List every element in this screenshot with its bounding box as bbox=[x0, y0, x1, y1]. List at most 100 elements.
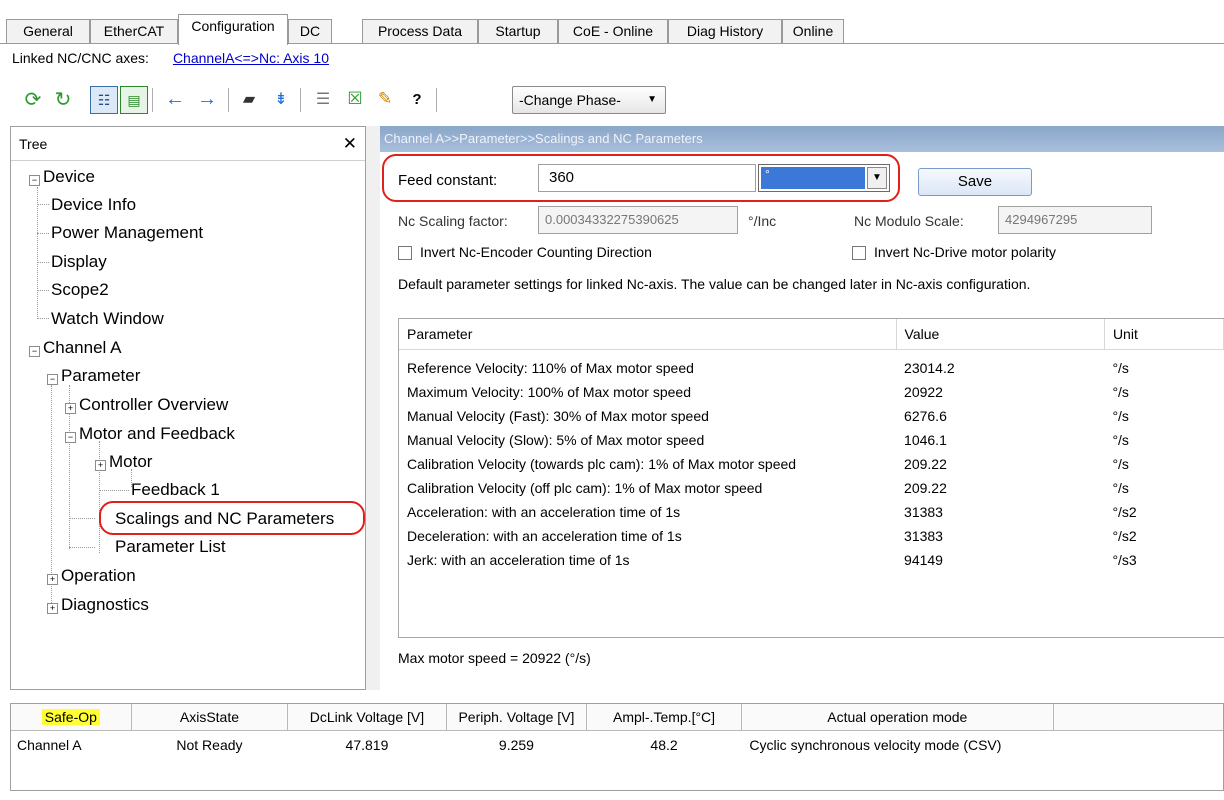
change-phase-label: -Change Phase- bbox=[519, 92, 621, 108]
nc-scaling-factor-label: Nc Scaling factor: bbox=[398, 213, 508, 229]
column-header-safe-op[interactable]: Safe-Op bbox=[11, 704, 132, 731]
checklist-icon[interactable]: ☰ bbox=[310, 86, 336, 112]
column-header-periph-voltage[interactable]: Periph. Voltage [V] bbox=[446, 704, 588, 731]
linked-axis-link[interactable]: ChannelA<=>Nc: Axis 10 bbox=[173, 50, 329, 66]
collapse-icon[interactable]: − bbox=[65, 432, 76, 443]
save-button[interactable]: Save bbox=[918, 168, 1032, 196]
collapse-icon[interactable]: − bbox=[29, 175, 40, 186]
expand-icon[interactable]: + bbox=[47, 603, 58, 614]
tab-dc[interactable]: DC bbox=[288, 19, 332, 43]
tab-startup[interactable]: Startup bbox=[478, 19, 558, 43]
cell-parameter: Calibration Velocity (off plc cam): 1% o… bbox=[407, 479, 763, 496]
tab-process-data[interactable]: Process Data bbox=[362, 19, 478, 43]
arrow-right-icon[interactable]: → bbox=[194, 86, 220, 112]
feed-constant-input[interactable]: 360 bbox=[538, 164, 756, 192]
tree-item-controller-overview[interactable]: Controller Overview bbox=[79, 395, 228, 415]
table-row[interactable]: Reference Velocity: 110% of Max motor sp… bbox=[399, 356, 1224, 380]
column-header-unit[interactable]: Unit bbox=[1104, 319, 1224, 350]
tree-item-operation[interactable]: Operation bbox=[61, 566, 136, 586]
expand-icon[interactable]: + bbox=[47, 574, 58, 585]
tab-online[interactable]: Online bbox=[782, 19, 844, 43]
tree-item-feedback-1[interactable]: Feedback 1 bbox=[131, 480, 220, 500]
column-header-dclink-voltage[interactable]: DcLink Voltage [V] bbox=[287, 704, 447, 731]
cell-parameter: Maximum Velocity: 100% of Max motor spee… bbox=[407, 383, 692, 400]
tab-ethercat[interactable]: EtherCAT bbox=[90, 19, 178, 43]
refresh-all-icon[interactable]: ⟳ bbox=[20, 86, 46, 112]
refresh-icon[interactable]: ↻ bbox=[50, 86, 76, 112]
comment-icon[interactable]: ▰ bbox=[236, 86, 262, 112]
tab-diag-history[interactable]: Diag History bbox=[668, 19, 782, 43]
wrench-icon[interactable]: ✎ bbox=[372, 86, 398, 112]
panel-splitter[interactable] bbox=[366, 126, 380, 690]
tree-item-diagnostics[interactable]: Diagnostics bbox=[61, 595, 149, 615]
column-header-axis-state[interactable]: AxisState bbox=[131, 704, 289, 731]
tree-item-parameter-list[interactable]: Parameter List bbox=[115, 537, 226, 557]
tree-item-device[interactable]: Device bbox=[43, 167, 95, 187]
table-row[interactable]: Deceleration: with an acceleration time … bbox=[399, 524, 1224, 548]
table-header-row: Parameter Value Unit bbox=[399, 319, 1224, 350]
cell-parameter: Calibration Velocity (towards plc cam): … bbox=[407, 455, 797, 472]
tree-title: Tree bbox=[19, 136, 48, 152]
nc-modulo-scale-field: 4294967295 bbox=[998, 206, 1152, 234]
cell-unit: °/s bbox=[1112, 479, 1129, 496]
cell-parameter: Manual Velocity (Slow): 5% of Max motor … bbox=[407, 431, 705, 448]
cell-unit: °/s bbox=[1112, 407, 1129, 424]
tree-item-channel-a[interactable]: Channel A bbox=[43, 338, 121, 358]
tree-item-motor[interactable]: Motor bbox=[109, 452, 152, 472]
expand-icon[interactable]: + bbox=[65, 403, 76, 414]
table-row[interactable]: Maximum Velocity: 100% of Max motor spee… bbox=[399, 380, 1224, 404]
invert-encoder-checkbox[interactable] bbox=[398, 246, 412, 260]
table-row[interactable]: Manual Velocity (Slow): 5% of Max motor … bbox=[399, 428, 1224, 452]
invert-drive-checkbox[interactable] bbox=[852, 246, 866, 260]
tree-item-scope2[interactable]: Scope2 bbox=[51, 280, 109, 300]
column-header-operation-mode[interactable]: Actual operation mode bbox=[741, 704, 1054, 731]
expand-icon[interactable]: + bbox=[95, 460, 106, 471]
change-phase-dropdown[interactable]: -Change Phase- ▼ bbox=[512, 86, 666, 114]
collapse-icon[interactable]: − bbox=[47, 374, 58, 385]
tab-configuration[interactable]: Configuration bbox=[178, 14, 288, 45]
help-icon[interactable]: ? bbox=[404, 86, 430, 112]
table-row[interactable]: Manual Velocity (Fast): 30% of Max motor… bbox=[399, 404, 1224, 428]
linked-axes-label: Linked NC/CNC axes: bbox=[12, 50, 149, 66]
arrow-left-icon[interactable]: ← bbox=[162, 86, 188, 112]
xml-icon[interactable]: ☒ bbox=[342, 86, 368, 112]
linked-axes-row: Linked NC/CNC axes: ChannelA<=>Nc: Axis 1… bbox=[12, 50, 329, 66]
download-list-icon[interactable]: ⇟ bbox=[268, 86, 294, 112]
column-header-ampl-temp[interactable]: Ampl-.Temp.[°C] bbox=[586, 704, 742, 731]
table-row[interactable]: Jerk: with an acceleration time of 1s 941… bbox=[399, 548, 1224, 572]
close-icon[interactable]: ✕ bbox=[343, 127, 357, 161]
tree-panel: Tree ✕ − Device Device Info Power Manage… bbox=[10, 126, 366, 690]
tree-item-motor-and-feedback[interactable]: Motor and Feedback bbox=[79, 424, 235, 444]
collapse-icon[interactable]: − bbox=[29, 346, 40, 357]
tree-item-power-management[interactable]: Power Management bbox=[51, 223, 203, 243]
feed-unit-dropdown[interactable]: ° ▼ bbox=[758, 164, 890, 192]
cell-value: 209.22 bbox=[904, 455, 947, 472]
tree-item-display[interactable]: Display bbox=[51, 252, 107, 272]
table-row[interactable]: Acceleration: with an acceleration time … bbox=[399, 500, 1224, 524]
table-row[interactable]: Channel A Not Ready 47.819 9.259 48.2 Cy… bbox=[11, 731, 1223, 760]
tree-item-parameter[interactable]: Parameter bbox=[61, 366, 140, 386]
tree-item-device-info[interactable]: Device Info bbox=[51, 195, 136, 215]
cell-channel: Channel A bbox=[17, 737, 82, 753]
parameter-table: Parameter Value Unit Reference Velocity:… bbox=[398, 318, 1224, 638]
column-header-value[interactable]: Value bbox=[896, 319, 1105, 350]
tree-item-scalings-and-nc-parameters[interactable]: Scalings and NC Parameters bbox=[115, 509, 334, 529]
column-header-parameter[interactable]: Parameter bbox=[399, 319, 897, 350]
cell-unit: °/s2 bbox=[1112, 503, 1137, 520]
cell-parameter: Manual Velocity (Fast): 30% of Max motor… bbox=[407, 407, 709, 424]
list-view-icon[interactable]: ▤ bbox=[120, 86, 148, 114]
cell-unit: °/s bbox=[1112, 455, 1129, 472]
cell-value: 94149 bbox=[904, 551, 943, 568]
tab-coe-online[interactable]: CoE - Online bbox=[558, 19, 668, 43]
tree-connector bbox=[69, 547, 95, 548]
tree-view-icon[interactable]: ☷ bbox=[90, 86, 118, 114]
status-header-row: Safe-Op AxisState DcLink Voltage [V] Per… bbox=[11, 704, 1223, 731]
tab-general[interactable]: General bbox=[6, 19, 90, 43]
tree-item-watch-window[interactable]: Watch Window bbox=[51, 309, 164, 329]
tree-connector bbox=[99, 490, 129, 491]
table-row[interactable]: Calibration Velocity (off plc cam): 1% o… bbox=[399, 476, 1224, 500]
table-row[interactable]: Calibration Velocity (towards plc cam): … bbox=[399, 452, 1224, 476]
column-header-empty bbox=[1053, 704, 1223, 731]
scalings-panel: Channel A>>Parameter>>Scalings and NC Pa… bbox=[380, 126, 1224, 690]
tree-connector bbox=[69, 518, 95, 519]
